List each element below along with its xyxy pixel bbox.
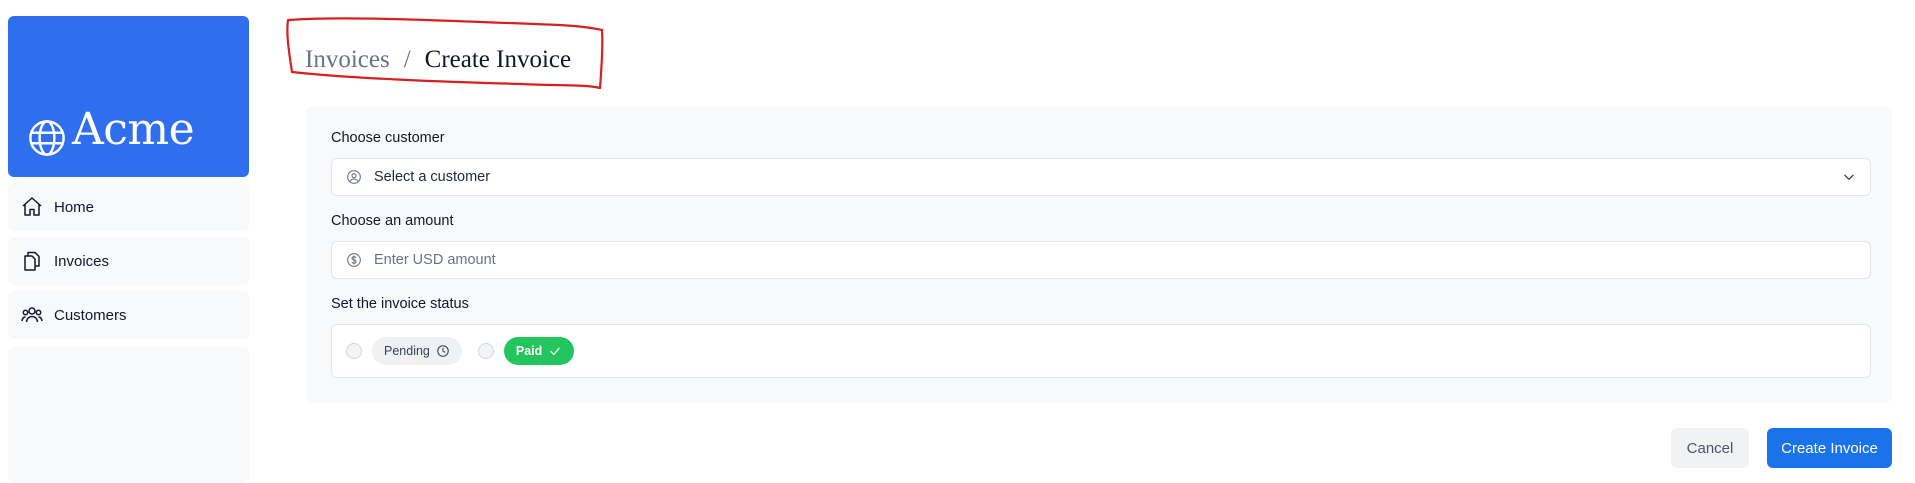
amount-placeholder: Enter USD amount	[374, 252, 496, 268]
status-label: Set the invoice status	[331, 296, 469, 312]
brand-name: Acme	[72, 104, 195, 155]
amount-label: Choose an amount	[331, 213, 454, 229]
invoice-form: Choose customer Select a customer Choose…	[306, 106, 1892, 402]
paid-label: Paid	[515, 344, 543, 358]
app-page: Acme Home Invoices Customers Invoices / …	[0, 0, 1915, 483]
cancel-button[interactable]: Cancel	[1671, 428, 1749, 468]
check-icon	[550, 347, 560, 356]
chevron-down-icon	[1844, 174, 1854, 180]
sidebar-item-label: Invoices	[54, 252, 110, 270]
breadcrumb: Invoices / Create Invoice	[305, 46, 571, 74]
status-radio-pending[interactable]	[346, 343, 362, 359]
sidebar-item-home[interactable]: Home	[8, 183, 249, 231]
status-option-pending[interactable]: Pending	[372, 337, 462, 365]
status-fieldset: Pending Paid	[331, 324, 1871, 378]
document-duplicate-icon	[24, 251, 40, 271]
status-option-paid[interactable]: Paid	[503, 337, 575, 365]
sidebar-item-label: Home	[54, 198, 95, 216]
sidebar: Acme Home Invoices Customers	[8, 16, 249, 483]
sidebar-filler	[8, 347, 249, 483]
breadcrumb-current: Create Invoice	[424, 46, 572, 73]
breadcrumb-separator: /	[403, 46, 411, 73]
customer-label: Choose customer	[331, 130, 445, 146]
sidebar-item-label: Customers	[54, 306, 127, 324]
amount-input[interactable]: Enter USD amount	[331, 241, 1871, 279]
currency-dollar-icon	[347, 253, 361, 267]
status-radio-paid[interactable]	[477, 343, 494, 359]
sidebar-item-customers[interactable]: Customers	[8, 291, 249, 339]
breadcrumb-invoices-link[interactable]: Invoices	[305, 46, 390, 74]
customer-select[interactable]: Select a customer	[331, 158, 1871, 196]
user-circle-icon	[347, 170, 361, 184]
sidebar-item-invoices[interactable]: Invoices	[8, 237, 249, 285]
clock-icon	[437, 345, 449, 357]
create-invoice-button[interactable]: Create Invoice	[1767, 428, 1892, 468]
pending-label: Pending	[384, 344, 430, 358]
home-icon	[22, 197, 42, 216]
globe-icon	[29, 120, 65, 156]
customer-select-value: Select a customer	[374, 169, 491, 185]
brand-banner[interactable]: Acme	[8, 16, 249, 177]
user-group-icon	[21, 307, 43, 323]
